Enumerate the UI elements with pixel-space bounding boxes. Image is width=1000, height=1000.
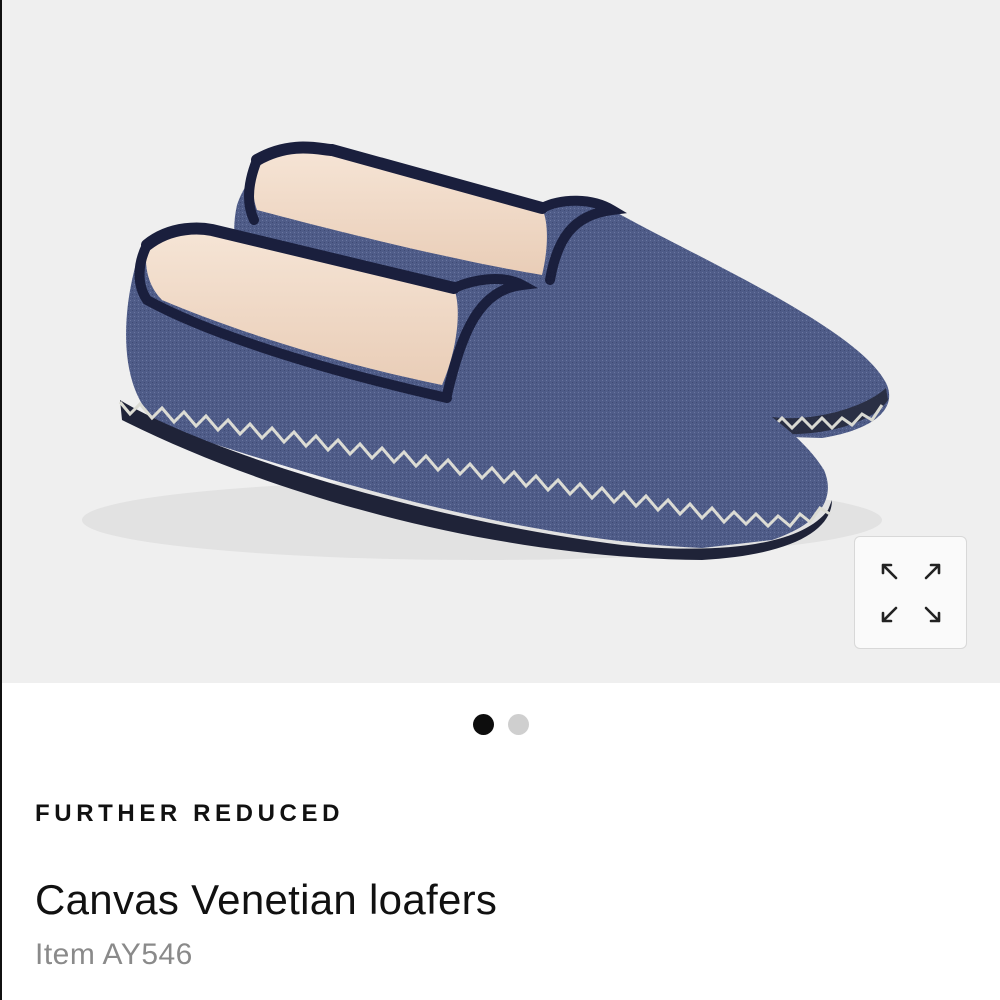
- gallery-dot-1[interactable]: [473, 714, 494, 735]
- product-image: [82, 141, 890, 560]
- gallery-dot-2[interactable]: [508, 714, 529, 735]
- product-image-area[interactable]: [2, 0, 1000, 683]
- gallery-pagination: [2, 714, 1000, 738]
- sale-badge: FURTHER REDUCED: [35, 800, 344, 827]
- expand-image-button[interactable]: [854, 536, 967, 649]
- product-title: Canvas Venetian loafers: [35, 876, 498, 923]
- item-number: Item AY546: [35, 938, 193, 971]
- expand-arrows-icon: [881, 563, 940, 622]
